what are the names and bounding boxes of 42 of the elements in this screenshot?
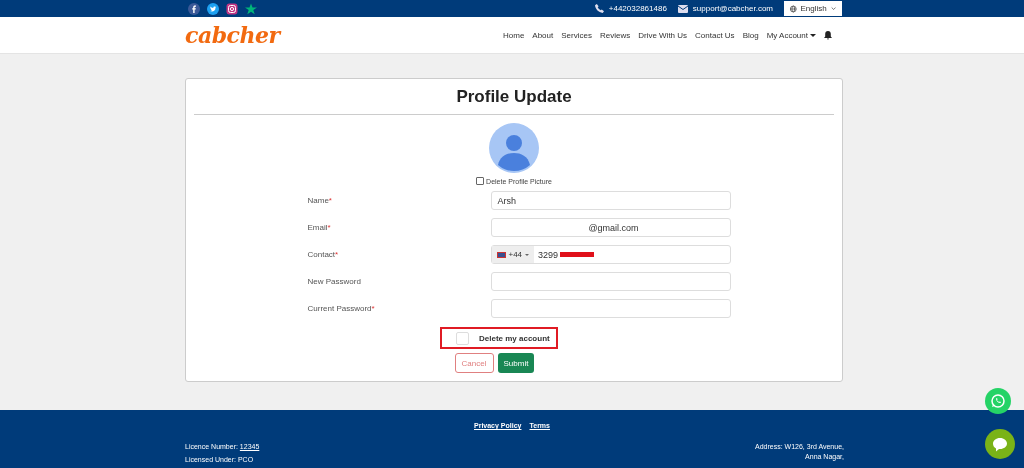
nav-link[interactable]: My Account <box>766 30 816 40</box>
submit-button[interactable]: Submit <box>497 353 535 373</box>
envelope-icon <box>677 4 688 13</box>
field-label: Name* <box>307 196 332 205</box>
page-title: Profile Update <box>194 85 834 115</box>
nav-link[interactable]: Blog <box>742 30 759 40</box>
delete-account-checkbox[interactable] <box>456 331 469 345</box>
globe-icon <box>790 3 797 14</box>
checkbox-label: Delete my account <box>479 333 550 343</box>
whatsapp-button[interactable] <box>985 388 1011 414</box>
flag-icon <box>496 251 506 258</box>
field-label: Contact* <box>307 250 339 259</box>
input-field[interactable]: Arsh <box>490 191 731 210</box>
input-field[interactable] <box>490 272 731 291</box>
avatar-icon <box>489 123 539 173</box>
field-label: New Password <box>307 277 361 286</box>
language-selector[interactable]: English <box>784 1 842 16</box>
star-icon[interactable] <box>245 2 257 15</box>
field-label: Current Password* <box>307 304 375 313</box>
facebook-icon[interactable] <box>188 2 200 15</box>
chevron-icon <box>830 6 836 11</box>
nav-link[interactable]: About <box>532 30 554 40</box>
nav-link[interactable]: Contact Us <box>695 30 735 40</box>
email-address[interactable]: support@cabcher.com <box>692 4 773 13</box>
bell-icon[interactable] <box>824 30 832 40</box>
input-field[interactable] <box>490 299 731 318</box>
phone-bubble-icon <box>990 393 1006 409</box>
instagram-icon[interactable] <box>226 2 238 15</box>
redaction-mark <box>560 252 595 257</box>
caret-icon <box>525 253 530 256</box>
nav-link[interactable]: Drive With Us <box>638 30 688 40</box>
nav-link[interactable]: Reviews <box>599 30 631 40</box>
twitter-icon[interactable] <box>207 2 219 15</box>
nav-link[interactable]: Home <box>503 30 525 40</box>
nav-link[interactable]: Services <box>561 30 592 40</box>
phone-icon <box>594 4 604 13</box>
country-code-selector[interactable]: +44 <box>491 246 535 263</box>
input-field[interactable]: @gmail.com <box>490 218 731 237</box>
field-label: Email* <box>307 223 331 232</box>
phone-number[interactable]: +442032861486 <box>608 4 667 13</box>
contact-field[interactable]: +44 3299 <box>490 245 731 264</box>
speech-bubble-icon <box>992 436 1008 452</box>
